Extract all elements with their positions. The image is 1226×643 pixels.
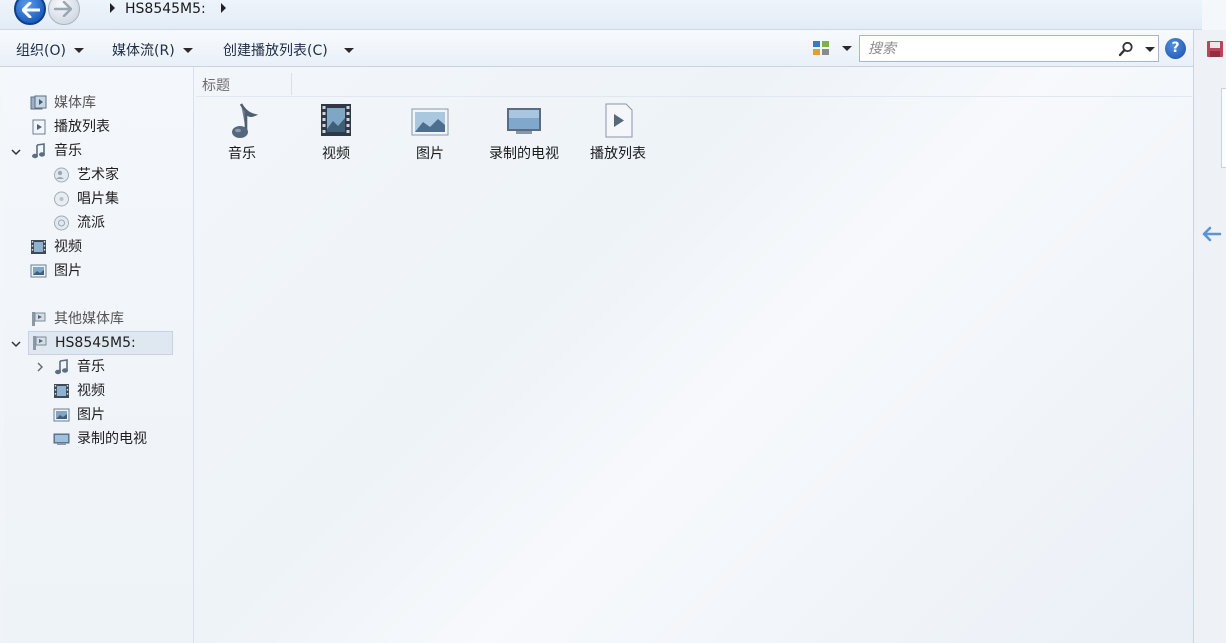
- chevron-down-icon: [182, 48, 193, 53]
- music-note-icon: [232, 103, 259, 138]
- film-icon: [31, 240, 46, 254]
- organize-menu[interactable]: 组织(O): [16, 40, 84, 60]
- sidebar-label: 视频: [77, 383, 105, 399]
- tile-label: 播放列表: [590, 146, 646, 162]
- sidebar-label: 媒体库: [54, 95, 96, 111]
- tile-label: 录制的电视: [489, 146, 559, 162]
- album-disc-icon: [54, 191, 69, 207]
- music-note-icon: [32, 143, 45, 159]
- column-header-title[interactable]: 标题: [202, 75, 230, 95]
- chevron-down-icon[interactable]: [11, 339, 21, 349]
- organize-label: 组织(O): [16, 43, 66, 59]
- sidebar-label: 播放列表: [54, 119, 110, 135]
- sidebar-label: 艺术家: [77, 167, 119, 183]
- film-icon: [54, 384, 69, 398]
- music-note-icon: [55, 359, 68, 375]
- breadcrumb-device[interactable]: HS8545M5:: [125, 1, 206, 17]
- breadcrumb-chevron-icon[interactable]: [221, 3, 226, 13]
- list-pane-tab[interactable]: [1221, 88, 1226, 168]
- library-icon: [30, 95, 47, 110]
- tile-label: 视频: [322, 146, 350, 162]
- tile-pictures[interactable]: 图片: [383, 99, 477, 169]
- sidebar-label: 唱片集: [77, 191, 119, 207]
- create-playlist-label: 创建播放列表(C): [223, 43, 328, 59]
- navigation-bar: HS8545M5:: [0, 0, 1202, 30]
- forward-arrow-icon: [54, 1, 72, 17]
- playlist-icon: [32, 119, 46, 135]
- back-arrow-icon: [22, 2, 40, 18]
- other-libraries-icon: [32, 312, 46, 326]
- picture-icon: [30, 264, 47, 278]
- picture-icon: [411, 108, 449, 136]
- sidebar-label: 其他媒体库: [54, 311, 124, 327]
- save-icon[interactable]: [1206, 40, 1224, 58]
- picture-icon: [53, 408, 70, 422]
- column-divider[interactable]: [291, 73, 292, 95]
- tile-recorded-tv[interactable]: 录制的电视: [477, 99, 571, 169]
- search-box[interactable]: [859, 35, 1159, 62]
- tile-label: 音乐: [228, 146, 256, 162]
- tile-videos[interactable]: 视频: [289, 99, 383, 169]
- view-options-icon[interactable]: [812, 40, 830, 56]
- show-list-pane-arrow-icon[interactable]: [1202, 226, 1222, 242]
- list-pane-edge: [1193, 30, 1226, 643]
- sidebar-label: 图片: [54, 263, 82, 279]
- tile-playlists[interactable]: 播放列表: [571, 99, 665, 169]
- tile-label: 图片: [416, 146, 444, 162]
- sidebar-label: 视频: [54, 239, 82, 255]
- genre-icon: [54, 215, 69, 231]
- artist-icon: [54, 167, 69, 183]
- help-icon[interactable]: ?: [1165, 38, 1186, 59]
- playlist-icon: [605, 103, 633, 138]
- film-icon: [321, 104, 351, 136]
- search-options-chevron-icon[interactable]: [1145, 47, 1155, 52]
- sidebar-label: 音乐: [77, 359, 105, 375]
- sidebar-label: 录制的电视: [77, 431, 147, 447]
- tile-music[interactable]: 音乐: [195, 99, 289, 169]
- sidebar-label: 流派: [77, 215, 105, 231]
- chevron-down-icon: [343, 48, 354, 53]
- view-options-chevron-icon[interactable]: [842, 46, 852, 51]
- breadcrumb-chevron-icon[interactable]: [110, 3, 115, 13]
- chevron-down-icon[interactable]: [11, 147, 21, 157]
- toolbar: 组织(O) 媒体流(R) 创建播放列表(C) ?: [0, 30, 1202, 67]
- search-input[interactable]: [860, 36, 1110, 61]
- tv-icon: [507, 108, 541, 134]
- sidebar-item-device[interactable]: HS8545M5:: [28, 331, 173, 355]
- navigation-pane: 媒体库 播放列表 音乐 艺术家 唱片集 流派 视频 图片 其他媒体库 HS854…: [4, 67, 194, 643]
- content-pane: 标题 音乐 视频 图片 录制的电视 播放列表: [195, 67, 1193, 643]
- sidebar-label: 图片: [77, 407, 105, 423]
- media-player-window: HS8545M5: 组织(O) 媒体流(R) 创建播放列表(C) ? 媒体库 播…: [0, 0, 1226, 643]
- tv-icon: [53, 433, 70, 445]
- search-icon[interactable]: [1118, 41, 1134, 57]
- sidebar-label: HS8545M5:: [55, 335, 136, 351]
- column-header: 标题: [196, 71, 1192, 97]
- device-icon: [33, 336, 47, 350]
- forward-button[interactable]: [48, 0, 80, 25]
- back-button[interactable]: [14, 0, 46, 25]
- stream-menu[interactable]: 媒体流(R): [112, 40, 193, 60]
- create-playlist-menu[interactable]: 创建播放列表(C): [223, 40, 354, 60]
- sidebar-label: 音乐: [54, 143, 82, 159]
- chevron-down-icon: [73, 48, 84, 53]
- chevron-right-icon[interactable]: [35, 362, 45, 372]
- stream-label: 媒体流(R): [112, 43, 175, 59]
